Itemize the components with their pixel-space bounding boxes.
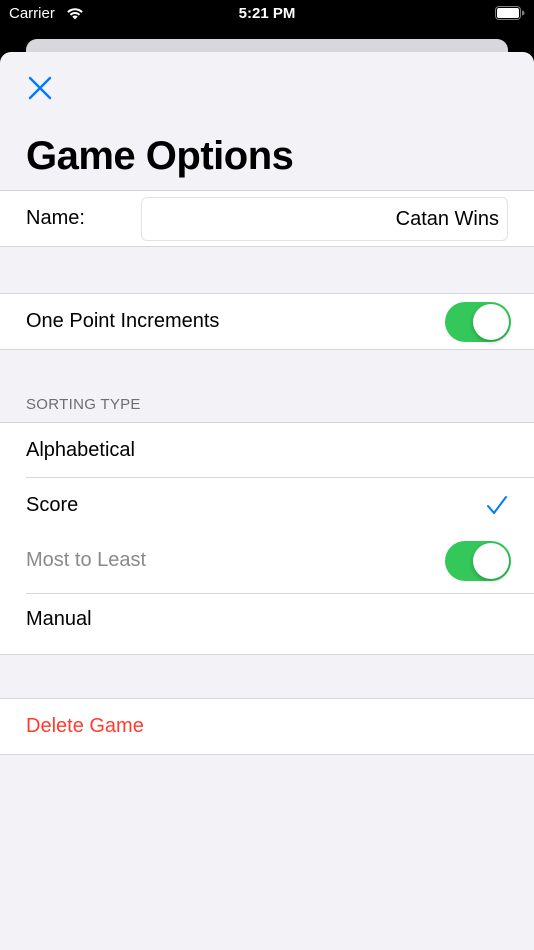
one-point-increments-row: One Point Increments xyxy=(0,294,534,349)
sort-option-label: Alphabetical xyxy=(26,439,135,461)
battery-icon xyxy=(495,6,525,20)
one-point-increments-toggle[interactable] xyxy=(445,302,511,342)
options-sheet: Game Options Name: Catan Wins One Point … xyxy=(0,52,534,950)
delete-game-label: Delete Game xyxy=(26,715,144,737)
sort-option-label: Manual xyxy=(26,608,92,630)
sort-option-manual[interactable]: Manual xyxy=(0,594,534,654)
page-title: Game Options xyxy=(26,134,294,178)
delete-group: Delete Game xyxy=(0,698,534,755)
status-bar: Carrier 5:21 PM xyxy=(0,0,534,30)
one-point-increments-label: One Point Increments xyxy=(26,310,220,332)
sorting-type-header: SORTING TYPE xyxy=(26,396,141,413)
sorting-group: Alphabetical Score Most to Least Manual xyxy=(0,422,534,655)
checkmark-icon xyxy=(487,496,507,514)
name-group: Name: Catan Wins xyxy=(0,190,534,247)
name-field[interactable]: Catan Wins xyxy=(141,197,508,241)
sort-option-alphabetical[interactable]: Alphabetical xyxy=(0,423,534,478)
sort-option-score[interactable]: Score xyxy=(0,478,534,533)
name-label: Name: xyxy=(26,207,85,229)
status-time: 5:21 PM xyxy=(238,5,296,22)
most-to-least-label: Most to Least xyxy=(26,549,147,571)
name-row: Name: Catan Wins xyxy=(0,191,534,246)
most-to-least-row: Most to Least xyxy=(0,533,534,594)
most-to-least-toggle[interactable] xyxy=(445,541,511,581)
delete-game-button[interactable]: Delete Game xyxy=(0,699,534,754)
close-icon[interactable] xyxy=(26,74,54,102)
increments-group: One Point Increments xyxy=(0,293,534,350)
toggle-knob xyxy=(473,543,509,579)
toggle-knob xyxy=(473,304,509,340)
sort-option-label: Score xyxy=(26,494,79,516)
